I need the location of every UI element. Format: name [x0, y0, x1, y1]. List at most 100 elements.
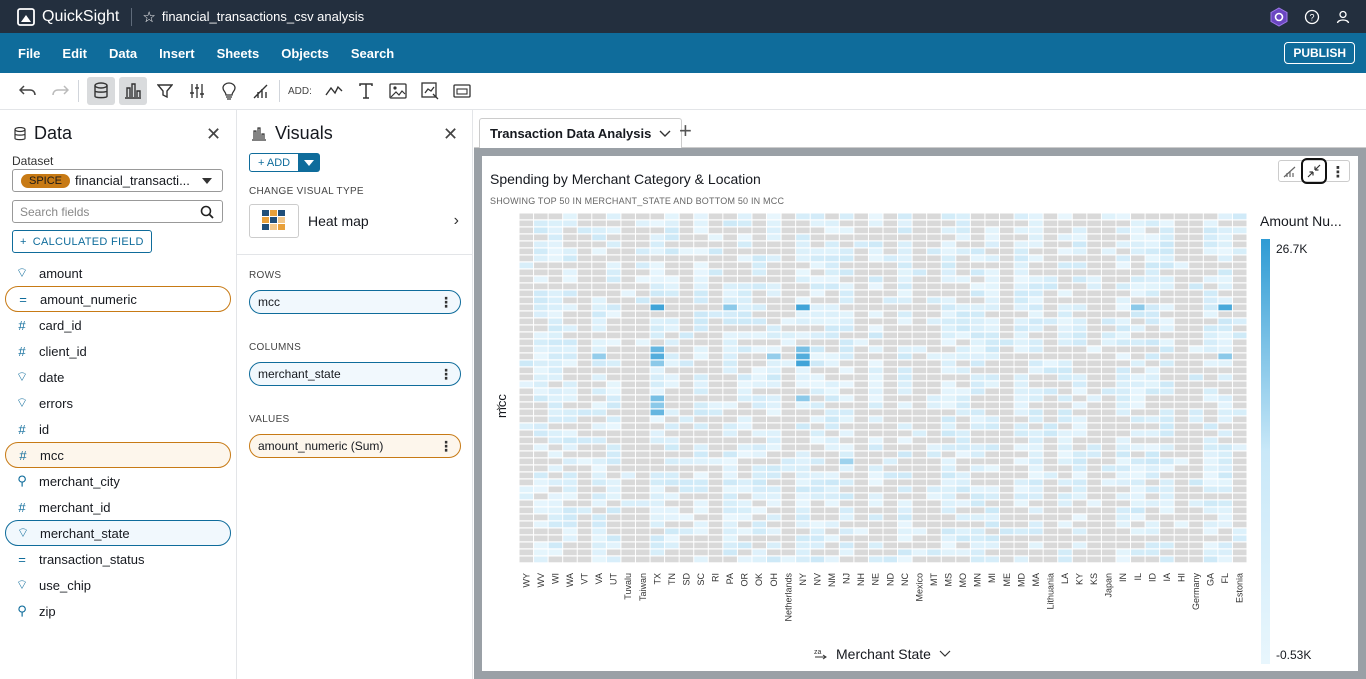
heatmap-cell[interactable]: [985, 472, 999, 479]
heatmap-cell[interactable]: [621, 465, 635, 472]
heatmap-cell[interactable]: [1232, 402, 1247, 409]
heatmap-cell[interactable]: [868, 458, 883, 465]
heatmap-cell[interactable]: [868, 374, 883, 381]
heatmap-cell[interactable]: [723, 451, 737, 458]
heatmap-cell[interactable]: [737, 479, 752, 486]
heatmap-cell[interactable]: [985, 521, 999, 528]
heatmap-cell[interactable]: [1043, 514, 1058, 521]
heatmap-cell[interactable]: [592, 535, 606, 542]
heatmap-cell[interactable]: [1101, 451, 1116, 458]
heatmap-cell[interactable]: [941, 465, 956, 472]
heatmap-cell[interactable]: [708, 213, 723, 220]
heatmap-cell[interactable]: [534, 549, 548, 556]
heatmap-cell[interactable]: [970, 514, 985, 521]
heatmap-cell[interactable]: [1160, 332, 1174, 339]
heatmap-cell[interactable]: [825, 472, 839, 479]
heatmap-cell[interactable]: [810, 542, 825, 549]
heatmap-cell[interactable]: [563, 360, 577, 367]
heatmap-cell[interactable]: [1203, 255, 1218, 262]
heatmap-cell[interactable]: [767, 353, 781, 360]
heatmap-cell[interactable]: [752, 458, 767, 465]
heatmap-cell[interactable]: [1029, 451, 1043, 458]
heatmap-cell[interactable]: [1014, 311, 1029, 318]
heatmap-cell[interactable]: [1232, 444, 1247, 451]
heatmap-cell[interactable]: [1043, 339, 1058, 346]
heatmap-cell[interactable]: [1145, 339, 1160, 346]
heatmap-cell[interactable]: [1145, 514, 1160, 521]
heatmap-cell[interactable]: [941, 276, 956, 283]
heatmap-cell[interactable]: [825, 423, 839, 430]
heatmap-cell[interactable]: [1131, 276, 1145, 283]
heatmap-cell[interactable]: [1160, 521, 1174, 528]
heatmap-cell[interactable]: [781, 430, 796, 437]
heatmap-cell[interactable]: [1203, 416, 1218, 423]
heatmap-cell[interactable]: [1043, 458, 1058, 465]
heatmap-cell[interactable]: [723, 402, 737, 409]
heatmap-cell[interactable]: [1189, 535, 1203, 542]
heatmap-cell[interactable]: [781, 262, 796, 269]
heatmap-cell[interactable]: [1101, 234, 1116, 241]
heatmap-cell[interactable]: [1087, 402, 1101, 409]
heatmap-cell[interactable]: [1218, 479, 1232, 486]
add-dropdown-icon[interactable]: [299, 153, 321, 172]
heatmap-cell[interactable]: [1174, 479, 1189, 486]
heatmap-cell[interactable]: [592, 220, 606, 227]
heatmap-cell[interactable]: [723, 213, 737, 220]
heatmap-cell[interactable]: [534, 311, 548, 318]
heatmap-cell[interactable]: [810, 507, 825, 514]
heatmap-cell[interactable]: [563, 262, 577, 269]
heatmap-cell[interactable]: [883, 318, 898, 325]
heatmap-cell[interactable]: [1131, 479, 1145, 486]
add-visual-split-button[interactable]: + ADD: [249, 153, 321, 172]
heatmap-cell[interactable]: [1072, 381, 1087, 388]
heatmap-cell[interactable]: [1101, 486, 1116, 493]
heatmap-cell[interactable]: [1043, 283, 1058, 290]
heatmap-cell[interactable]: [767, 367, 781, 374]
heatmap-cell[interactable]: [650, 276, 665, 283]
heatmap-cell[interactable]: [1058, 241, 1072, 248]
heatmap-cell[interactable]: [752, 234, 767, 241]
heatmap-cell[interactable]: [941, 444, 956, 451]
heatmap-cell[interactable]: [883, 542, 898, 549]
heatmap-cell[interactable]: [868, 248, 883, 255]
heatmap-cell[interactable]: [781, 276, 796, 283]
heatmap-cell[interactable]: [606, 290, 621, 297]
heatmap-cell[interactable]: [898, 479, 912, 486]
heatmap-cell[interactable]: [592, 423, 606, 430]
heatmap-cell[interactable]: [1131, 339, 1145, 346]
heatmap-cell[interactable]: [1058, 220, 1072, 227]
heatmap-cell[interactable]: [548, 430, 563, 437]
heatmap-cell[interactable]: [519, 556, 534, 563]
heatmap-cell[interactable]: [679, 227, 694, 234]
heatmap-cell[interactable]: [1232, 304, 1247, 311]
heatmap-cell[interactable]: [941, 409, 956, 416]
heatmap-cell[interactable]: [1014, 241, 1029, 248]
heatmap-cell[interactable]: [1218, 381, 1232, 388]
heatmap-cell[interactable]: [723, 493, 737, 500]
heatmap-cell[interactable]: [1058, 507, 1072, 514]
heatmap-cell[interactable]: [1131, 283, 1145, 290]
heatmap-cell[interactable]: [723, 486, 737, 493]
heatmap-cell[interactable]: [592, 409, 606, 416]
heatmap-cell[interactable]: [1058, 556, 1072, 563]
heatmap-cell[interactable]: [1043, 255, 1058, 262]
heatmap-cell[interactable]: [839, 241, 854, 248]
heatmap-cell[interactable]: [563, 346, 577, 353]
heatmap-cell[interactable]: [1174, 262, 1189, 269]
heatmap-cell[interactable]: [621, 542, 635, 549]
heatmap-cell[interactable]: [1043, 262, 1058, 269]
heatmap-cell[interactable]: [883, 514, 898, 521]
heatmap-cell[interactable]: [621, 360, 635, 367]
heatmap-cell[interactable]: [592, 479, 606, 486]
heatmap-cell[interactable]: [563, 437, 577, 444]
heatmap-cell[interactable]: [941, 549, 956, 556]
user-icon[interactable]: [1336, 10, 1350, 24]
heatmap-cell[interactable]: [1218, 549, 1232, 556]
heatmap-cell[interactable]: [650, 535, 665, 542]
heatmap-cell[interactable]: [1014, 402, 1029, 409]
heatmap-cell[interactable]: [898, 388, 912, 395]
heatmap-cell[interactable]: [1145, 479, 1160, 486]
heatmap-cell[interactable]: [1014, 388, 1029, 395]
heatmap-cell[interactable]: [912, 444, 927, 451]
heatmap-cell[interactable]: [1087, 507, 1101, 514]
